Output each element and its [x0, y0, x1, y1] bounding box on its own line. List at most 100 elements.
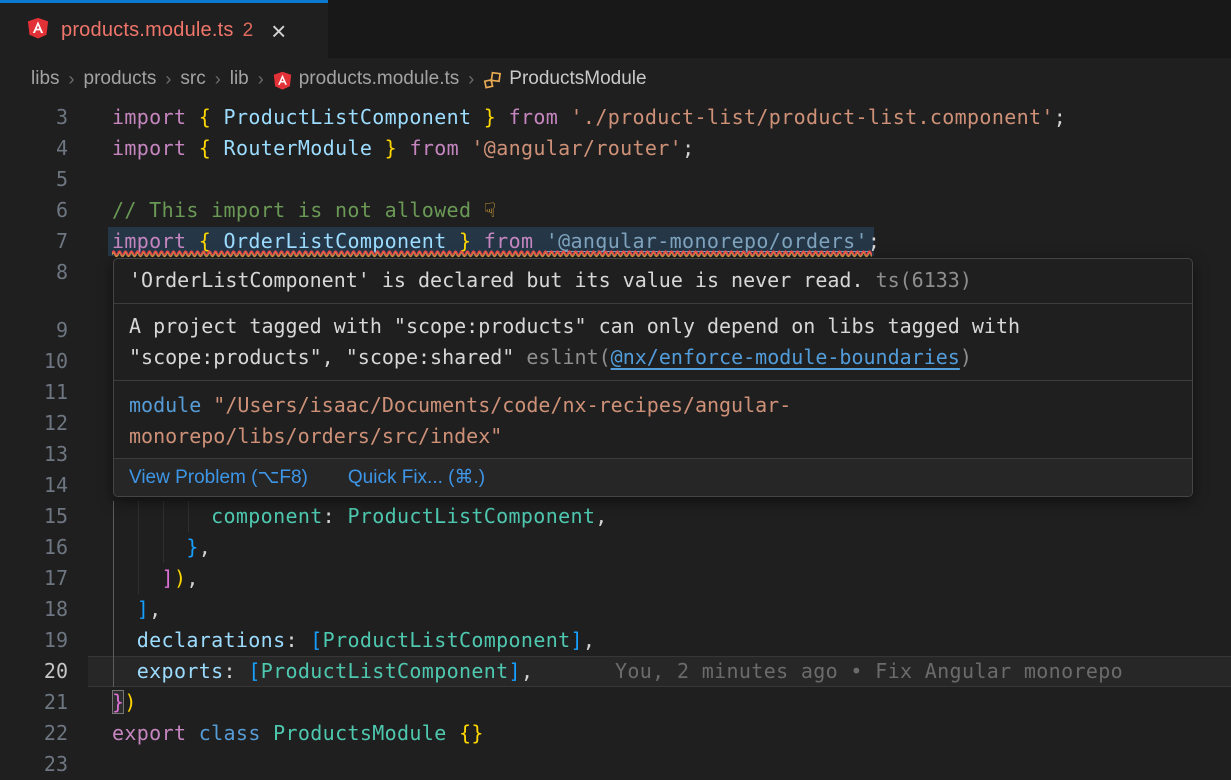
line-number: 8 — [0, 257, 68, 288]
code-token: RouterModule — [224, 136, 373, 160]
hover-status-bar: View Problem (⌥F8) Quick Fix... (⌘.) — [114, 458, 1192, 496]
code-line-4[interactable]: 4import { RouterModule } from '@angular/… — [0, 133, 1231, 164]
matched-bracket: } — [112, 690, 124, 714]
breadcrumb-item-libs[interactable]: libs — [31, 68, 60, 90]
code-token: } — [471, 105, 508, 129]
code-text: // This import is not allowed ☟ — [112, 195, 496, 226]
line-number: 15 — [0, 501, 68, 532]
code-token: component — [211, 504, 323, 528]
code-line-16[interactable]: 16}, — [0, 532, 1231, 563]
code-text: import { RouterModule } from '@angular/r… — [112, 133, 694, 164]
code-token: ] — [137, 597, 149, 621]
git-blame-annotation: You, 2 minutes ago • Fix Angular monorep… — [615, 656, 1123, 687]
code-line-22[interactable]: 22export class ProductsModule {} — [0, 718, 1231, 749]
view-problem-button[interactable]: View Problem (⌥F8) — [129, 466, 308, 489]
breadcrumb-item-symbol[interactable]: ProductsModule — [509, 68, 646, 90]
module-keyword: module — [129, 393, 213, 417]
code-token: from — [409, 136, 471, 160]
eslint-message-line2: "scope:products", "scope:shared" — [129, 345, 526, 369]
code-token: [ — [310, 628, 322, 652]
hover-module-info: module "/Users/isaac/Documents/code/nx-r… — [114, 380, 1192, 458]
code-token: ] — [509, 659, 521, 683]
breadcrumb-item-products[interactable]: products — [84, 68, 157, 90]
breadcrumb-item-lib[interactable]: lib — [230, 68, 249, 90]
code-line-23[interactable]: 23 — [0, 749, 1231, 780]
code-token: ProductListComponent — [347, 504, 595, 528]
code-token: { — [199, 105, 224, 129]
code-line-20[interactable]: 20exports: [ProductListComponent],You, 2… — [0, 656, 1231, 687]
code-line-21[interactable]: 21}) — [0, 687, 1231, 718]
line-number: 21 — [0, 687, 68, 718]
indent-guide — [113, 594, 114, 625]
code-text: ]), — [162, 563, 199, 594]
code-token: , — [521, 659, 533, 683]
code-token: , — [595, 504, 607, 528]
code-line-19[interactable]: 19 declarations: [ProductListComponent], — [0, 625, 1231, 656]
line-number: 19 — [0, 625, 68, 656]
code-token: ProductListComponent — [261, 659, 509, 683]
code-token: ☟ — [484, 198, 496, 222]
eslint-message-line1: A project tagged with "scope:products" c… — [129, 314, 1020, 338]
code-token: : — [285, 628, 310, 652]
code-line-17[interactable]: 17]), — [0, 563, 1231, 594]
indent-guide — [138, 532, 139, 563]
code-line-3[interactable]: 3 import { ProductListComponent } from '.… — [0, 102, 1231, 133]
line-number: 23 — [0, 749, 68, 780]
code-token: : — [323, 504, 348, 528]
ts-diagnostic-message: 'OrderListComponent' is declared but its… — [129, 268, 864, 292]
code-token: ProductsModule — [273, 721, 446, 745]
breadcrumb-item-file[interactable]: products.module.ts — [299, 68, 460, 90]
code-text: declarations: [ProductListComponent], — [137, 625, 596, 656]
close-icon[interactable]: × — [271, 21, 286, 41]
code-token: from — [509, 105, 571, 129]
line-number: 5 — [0, 164, 68, 195]
eslint-source-open: eslint( — [526, 345, 610, 369]
code-token: {} — [459, 721, 484, 745]
indent-guide — [113, 501, 114, 532]
code-token: ) — [124, 690, 136, 714]
code-line-7[interactable]: 7import { OrderListComponent } from '@an… — [0, 226, 1231, 257]
eslint-rule-link[interactable]: @nx/enforce-module-boundaries — [611, 345, 960, 369]
indent-guide — [113, 563, 114, 594]
breadcrumb-item-src[interactable]: src — [180, 68, 205, 90]
breadcrumb: libs › products › src › lib › products.m… — [0, 58, 1231, 100]
code-token: } — [372, 136, 409, 160]
code-text: }, — [186, 532, 211, 563]
tab-products-module[interactable]: products.module.ts 2 × — [0, 0, 328, 58]
class-symbol-icon — [483, 71, 502, 90]
line-number: 17 — [0, 563, 68, 594]
indent-guide — [138, 501, 139, 532]
code-line-15[interactable]: 15 component: ProductListComponent, — [0, 501, 1231, 532]
hover-eslint-diagnostic: A project tagged with "scope:products" c… — [114, 303, 1192, 380]
chevron-right-icon: › — [258, 69, 264, 90]
quick-fix-button[interactable]: Quick Fix... (⌘.) — [348, 466, 485, 489]
line-number: 3 — [0, 102, 68, 133]
indent-guide — [138, 563, 139, 594]
line-number: 11 — [0, 377, 68, 408]
code-token: } — [186, 535, 198, 559]
angular-icon — [273, 71, 292, 90]
chevron-right-icon: › — [468, 69, 474, 90]
line-number: 10 — [0, 346, 68, 377]
code-text: component: ProductListComponent, — [211, 501, 608, 532]
code-token: ) — [174, 566, 186, 590]
code-token: , — [149, 597, 161, 621]
line-number: 12 — [0, 408, 68, 439]
line-number: 9 — [0, 315, 68, 346]
code-line-5[interactable]: 5 — [0, 164, 1231, 195]
ts-diagnostic-code: ts(6133) — [876, 268, 972, 292]
code-line-6[interactable]: 6// This import is not allowed ☟ — [0, 195, 1231, 226]
line-number: 14 — [0, 470, 68, 501]
code-token: : — [224, 659, 249, 683]
tab-error-count-badge: 2 — [243, 20, 254, 42]
code-text: import { ProductListComponent } from './… — [112, 102, 1066, 133]
code-token — [447, 721, 459, 745]
code-token: [ — [248, 659, 260, 683]
code-line-18[interactable]: 18], — [0, 594, 1231, 625]
angular-icon — [27, 17, 49, 44]
chevron-right-icon: › — [69, 69, 75, 90]
diagnostic-hover-popup: 'OrderListComponent' is declared but its… — [113, 258, 1193, 497]
chevron-right-icon: › — [215, 69, 221, 90]
code-token: declarations — [137, 628, 286, 652]
hover-ts-diagnostic: 'OrderListComponent' is declared but its… — [114, 259, 1192, 303]
